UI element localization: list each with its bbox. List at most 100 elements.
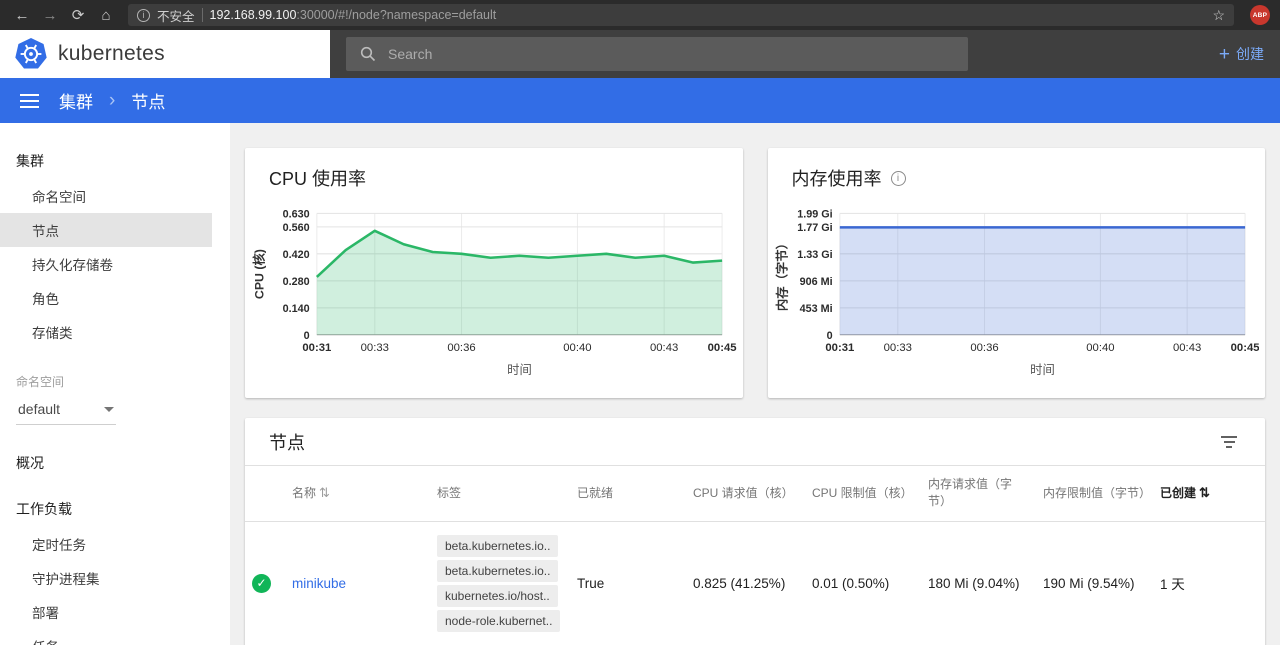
sidebar-item-namespaces[interactable]: 命名空间 (0, 179, 230, 213)
node-name-link[interactable]: minikube (292, 576, 346, 591)
back-icon[interactable]: ← (10, 7, 34, 24)
sidebar-item-roles[interactable]: 角色 (0, 281, 230, 315)
label-chip: kubernetes.io/host.. (437, 585, 558, 607)
svg-text:453 Mi: 453 Mi (799, 303, 832, 315)
memory-usage-card: 内存使用率 i 0 453 Mi 906 Mi 1.33 Gi 1.77 Gi1.99 … (768, 148, 1266, 398)
nodes-card: 节点 名称 ⇅ 标签 已就绪 CPU 请求值（核） CPU 限制值（核） 内存请… (245, 418, 1265, 645)
svg-text:0: 0 (826, 330, 832, 342)
svg-text:00:36: 00:36 (970, 342, 998, 354)
info-icon[interactable]: i (137, 9, 150, 22)
svg-text:00:40: 00:40 (1086, 342, 1114, 354)
create-button[interactable]: + 创建 (1219, 44, 1264, 64)
sidebar-item-cron-jobs[interactable]: 定时任务 (0, 527, 230, 561)
search-box[interactable] (346, 37, 968, 71)
brand-title: kubernetes (58, 42, 165, 66)
label-chip: beta.kubernetes.io.. (437, 535, 558, 557)
svg-text:00:43: 00:43 (1173, 342, 1201, 354)
url-host: 192.168.99.100 (210, 8, 297, 22)
memory-usage-chart: 0 453 Mi 906 Mi 1.33 Gi 1.77 Gi1.99 Gi 00:31 0… (768, 199, 1266, 385)
plus-icon: + (1219, 45, 1230, 64)
node-memory-limits: 190 Mi (9.54%) (1043, 576, 1160, 591)
menu-icon[interactable] (20, 94, 39, 108)
info-icon[interactable]: i (891, 171, 906, 186)
svg-text:1.33 Gi: 1.33 Gi (797, 249, 832, 261)
search-input[interactable] (388, 46, 954, 62)
svg-text:00:40: 00:40 (563, 342, 591, 354)
url-path: :30000/#!/node?namespace=default (296, 8, 496, 22)
cpu-card-title: CPU 使用率 (269, 165, 366, 191)
svg-text:0.560: 0.560 (283, 222, 310, 234)
node-created: 1 天 (1160, 573, 1265, 593)
svg-text:00:33: 00:33 (883, 342, 911, 354)
sidebar-item-persistent-volumes[interactable]: 持久化存储卷 (0, 247, 230, 281)
svg-text:时间: 时间 (1030, 363, 1055, 377)
svg-text:0.280: 0.280 (283, 276, 310, 288)
reload-icon[interactable]: ⟳ (66, 6, 90, 24)
svg-text:0: 0 (304, 330, 310, 342)
adblock-extension-icon[interactable]: ABP (1250, 5, 1270, 25)
cpu-usage-card: CPU 使用率 0 0.140 0.280 0.420 0.5600.630 00:31 0… (245, 148, 743, 398)
content-area: CPU 使用率 00.1400.2800.4200.5600.63000:310… (230, 123, 1280, 645)
column-header-created[interactable]: 已创建 ⇅ (1160, 466, 1265, 521)
url-text: 192.168.99.100:30000/#!/node?namespace=d… (210, 8, 497, 22)
label-chip: beta.kubernetes.io.. (437, 560, 558, 582)
svg-text:1.99 Gi: 1.99 Gi (797, 209, 832, 221)
sidebar-item-storage-classes[interactable]: 存储类 (0, 315, 230, 349)
column-header-cpu-requests: CPU 请求值（核） (693, 466, 812, 521)
node-labels: beta.kubernetes.io.. beta.kubernetes.io.… (437, 532, 577, 635)
brand: kubernetes (0, 30, 330, 78)
column-header-memory-requests: 内存请求值（字节） (928, 466, 1043, 521)
table-header-row: 名称 ⇅ 标签 已就绪 CPU 请求值（核） CPU 限制值（核） 内存请求值（… (245, 466, 1265, 522)
filter-icon[interactable] (1217, 432, 1241, 452)
create-button-label: 创建 (1236, 44, 1264, 64)
forward-icon[interactable]: → (38, 7, 62, 24)
svg-text:时间: 时间 (507, 363, 532, 377)
label-chip: node-role.kubernet.. (437, 610, 560, 632)
dropdown-caret-icon (104, 407, 114, 412)
svg-text:00:43: 00:43 (650, 342, 678, 354)
sidebar: 集群 命名空间 节点 持久化存储卷 角色 存储类 命名空间 default 概况… (0, 123, 230, 645)
svg-text:1.77 Gi: 1.77 Gi (797, 222, 832, 234)
svg-text:00:31: 00:31 (302, 342, 331, 354)
svg-text:0.630: 0.630 (283, 209, 310, 221)
sort-icon: ⇅ (319, 484, 330, 503)
breadcrumb-toolbar: 集群 › 节点 (0, 78, 1280, 123)
column-header-ready: 已就绪 (577, 466, 693, 521)
breadcrumb-parent[interactable]: 集群 (59, 88, 93, 113)
node-memory-requests: 180 Mi (9.04%) (928, 576, 1043, 591)
bookmark-star-icon[interactable]: ☆ (1212, 7, 1225, 24)
svg-text:00:45: 00:45 (1230, 342, 1259, 354)
address-bar[interactable]: i 不安全 192.168.99.100:30000/#!/node?names… (128, 4, 1234, 26)
svg-text:00:31: 00:31 (825, 342, 854, 354)
namespace-select[interactable]: default (16, 394, 116, 425)
search-icon (360, 46, 376, 62)
sidebar-section-workloads[interactable]: 工作负载 (0, 491, 230, 527)
memory-card-title: 内存使用率 (792, 165, 882, 191)
column-header-memory-limits: 内存限制值（字节） (1043, 466, 1160, 521)
sidebar-item-deployments[interactable]: 部署 (0, 595, 230, 629)
column-header-labels: 标签 (437, 466, 577, 521)
sidebar-item-overview[interactable]: 概况 (0, 445, 230, 481)
status-ok-icon: ✓ (252, 574, 271, 593)
sidebar-item-nodes[interactable]: 节点 (0, 213, 212, 247)
svg-text:CPU (核): CPU (核) (251, 249, 266, 299)
node-ready: True (577, 576, 693, 591)
column-header-name[interactable]: 名称 ⇅ (292, 466, 437, 521)
sidebar-section-cluster[interactable]: 集群 (0, 143, 230, 179)
app-header: kubernetes + 创建 (0, 30, 1280, 78)
sidebar-item-daemon-sets[interactable]: 守护进程集 (0, 561, 230, 595)
header-right: + 创建 (330, 30, 1280, 78)
nodes-table-title: 节点 (269, 429, 305, 455)
svg-text:0.420: 0.420 (283, 249, 310, 261)
node-cpu-requests: 0.825 (41.25%) (693, 576, 812, 591)
node-cpu-limits: 0.01 (0.50%) (812, 576, 928, 591)
svg-text:0.140: 0.140 (283, 303, 310, 315)
kubernetes-logo-icon[interactable] (14, 37, 48, 71)
svg-text:00:36: 00:36 (447, 342, 475, 354)
sidebar-item-jobs[interactable]: 任务 (0, 629, 230, 645)
table-row[interactable]: ✓ minikube beta.kubernetes.io.. beta.kub… (245, 522, 1265, 645)
svg-text:906 Mi: 906 Mi (799, 276, 832, 288)
home-icon[interactable]: ⌂ (94, 7, 118, 24)
svg-text:00:33: 00:33 (361, 342, 389, 354)
address-separator (202, 8, 203, 22)
